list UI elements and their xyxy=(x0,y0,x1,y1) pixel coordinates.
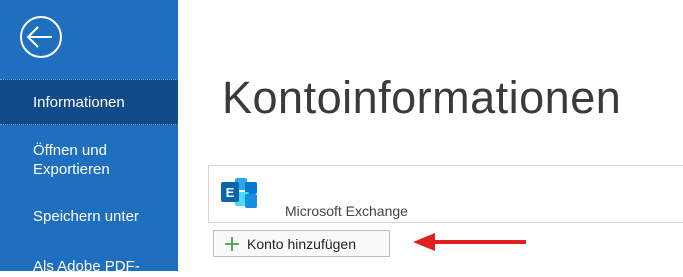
account-selector[interactable]: E Microsoft Exchange xyxy=(208,165,683,223)
sidebar-item-label: Öffnen und Exportieren xyxy=(33,142,110,178)
sidebar-item-oeffnen-exportieren[interactable]: Öffnen und Exportieren xyxy=(0,141,178,189)
back-button[interactable] xyxy=(17,13,65,61)
exchange-icon: E xyxy=(221,178,257,208)
add-account-button[interactable]: Konto hinzufügen xyxy=(213,230,390,257)
red-arrow-icon xyxy=(413,233,526,251)
backstage-sidebar: Informationen Öffnen und Exportieren Spe… xyxy=(0,0,178,275)
sidebar-item-label: Informationen xyxy=(33,94,125,111)
svg-text:E: E xyxy=(226,185,235,200)
sidebar-item-adobe-pdf[interactable]: Als Adobe PDF- xyxy=(0,257,178,277)
plus-icon xyxy=(225,237,239,251)
sidebar-item-label: Speichern unter xyxy=(33,208,139,225)
account-name: Microsoft Exchange xyxy=(285,203,408,219)
sidebar-item-speichern-unter[interactable]: Speichern unter xyxy=(0,207,178,231)
page-title: Kontoinformationen xyxy=(222,72,622,123)
sidebar-item-label: Als Adobe PDF- xyxy=(33,258,140,275)
arrow-left-circle-icon xyxy=(20,16,62,58)
add-account-label: Konto hinzufügen xyxy=(247,236,356,252)
sidebar-item-informationen[interactable]: Informationen xyxy=(0,79,178,125)
